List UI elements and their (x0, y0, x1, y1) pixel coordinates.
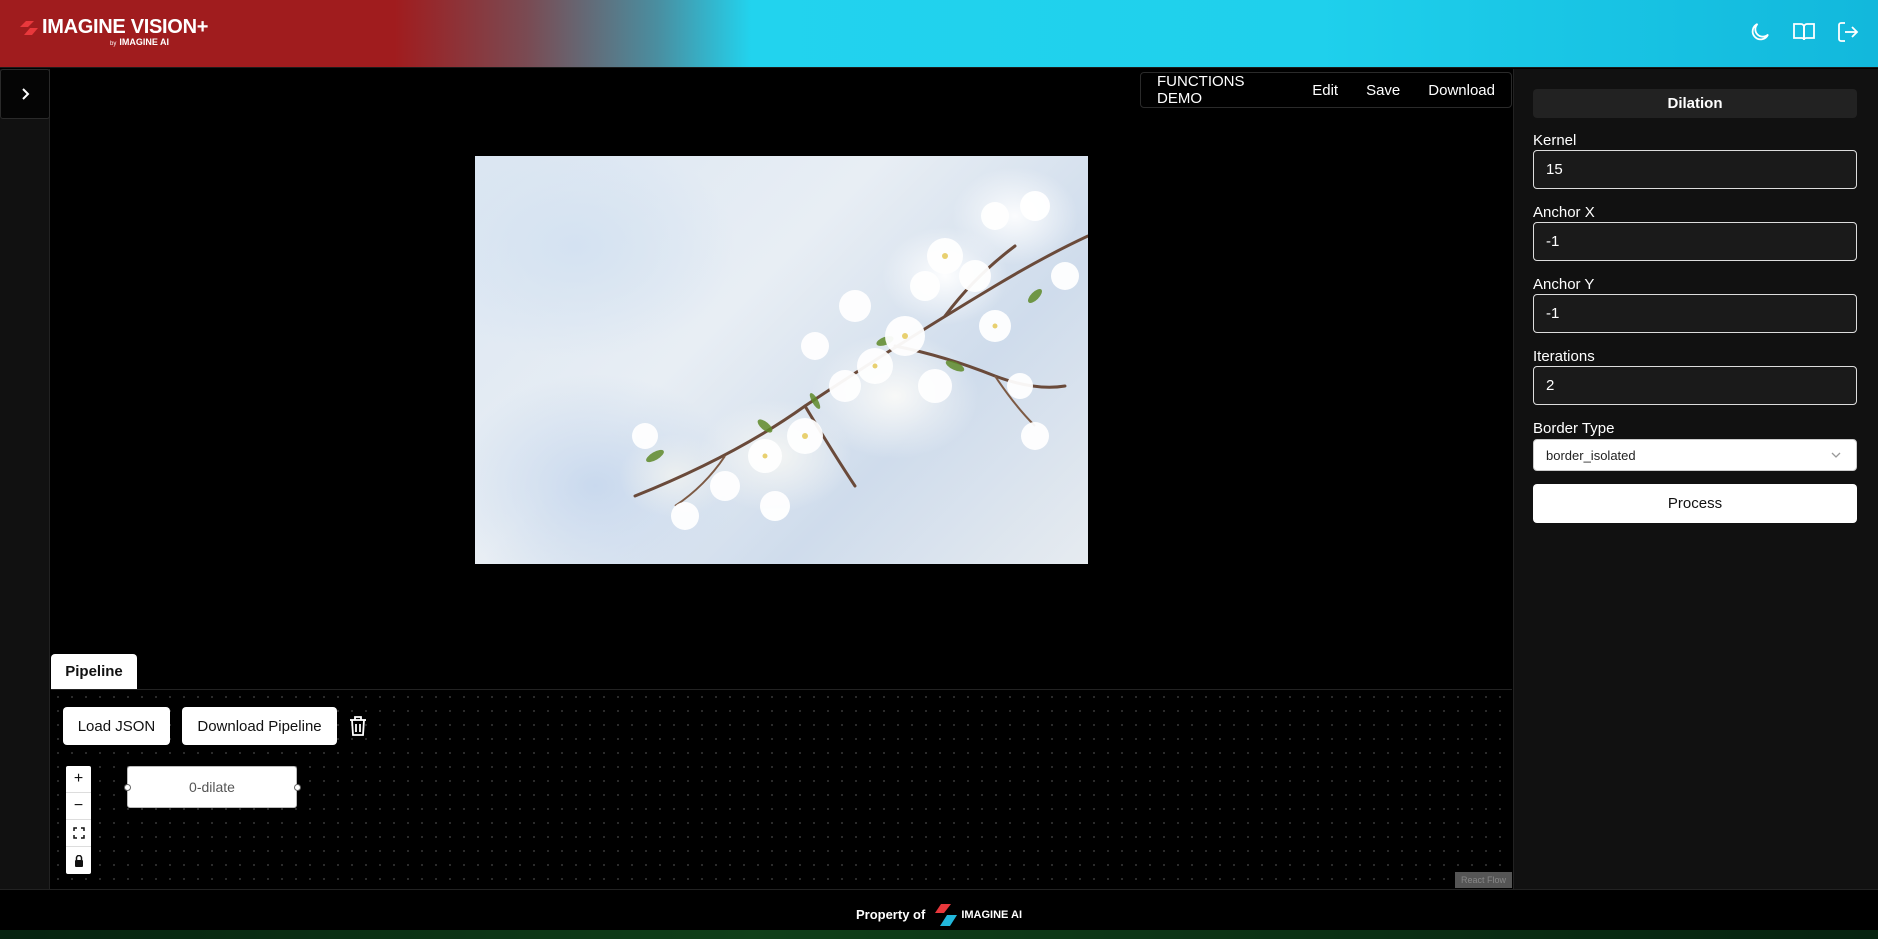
preview-image (475, 156, 1088, 564)
pipeline-node[interactable]: 0-dilate (127, 766, 297, 808)
react-flow-attribution[interactable]: React Flow (1455, 872, 1512, 888)
iterations-label: Iterations (1533, 348, 1595, 365)
download-button[interactable]: Download (1428, 82, 1495, 99)
download-pipeline-button[interactable]: Download Pipeline (182, 707, 337, 745)
flow-zoom-controls: + − (66, 766, 91, 874)
process-button[interactable]: Process (1533, 484, 1857, 523)
zoom-in-icon[interactable]: + (66, 766, 91, 793)
zoom-out-icon[interactable]: − (66, 793, 91, 820)
node-output-handle[interactable] (294, 784, 301, 791)
border-type-value: border_isolated (1546, 447, 1636, 463)
kernel-input[interactable]: 15 (1533, 150, 1857, 189)
edit-button[interactable]: Edit (1312, 82, 1338, 99)
imagine-ai-logo-icon (935, 903, 958, 926)
load-json-button[interactable]: Load JSON (63, 707, 170, 745)
left-rail (0, 69, 50, 889)
tab-pipeline[interactable]: Pipeline (51, 654, 137, 689)
footer-logo: IMAGINE AI (935, 903, 1022, 926)
trash-icon[interactable] (348, 715, 368, 737)
book-icon[interactable] (1792, 20, 1816, 44)
image-toolbar: FUNCTIONS DEMO Edit Save Download (1140, 72, 1512, 108)
expand-sidebar-button[interactable] (0, 69, 50, 119)
save-button[interactable]: Save (1366, 82, 1400, 99)
brand-name: IMAGINE VISION+ (42, 16, 209, 38)
functions-demo-button[interactable]: FUNCTIONS DEMO (1157, 73, 1284, 107)
border-type-select[interactable]: border_isolated (1533, 439, 1857, 471)
chevron-down-icon (1831, 452, 1841, 458)
app-logo[interactable]: IMAGINE VISION+ by IMAGINE AI (20, 16, 208, 47)
logo-mark-icon (20, 20, 38, 35)
iterations-input[interactable]: 2 (1533, 366, 1857, 405)
anchor-y-input[interactable]: -1 (1533, 294, 1857, 333)
border-type-label: Border Type (1533, 420, 1615, 437)
logout-icon[interactable] (1836, 20, 1860, 44)
cherry-blossom-illustration (632, 191, 1088, 530)
moon-icon[interactable] (1748, 20, 1772, 44)
lock-icon[interactable] (66, 847, 91, 874)
footer-accent-line (0, 930, 1878, 939)
top-header: IMAGINE VISION+ by IMAGINE AI (0, 0, 1878, 68)
fit-view-icon[interactable] (66, 820, 91, 847)
anchor-x-label: Anchor X (1533, 204, 1595, 221)
panel-title: Dilation (1533, 89, 1857, 118)
footer-text: Property of (855, 907, 926, 922)
chevron-right-icon (22, 88, 30, 100)
settings-panel (1513, 69, 1878, 889)
kernel-label: Kernel (1533, 132, 1577, 149)
node-input-handle[interactable] (124, 784, 131, 791)
anchor-y-label: Anchor Y (1533, 276, 1595, 293)
anchor-x-input[interactable]: -1 (1533, 222, 1857, 261)
